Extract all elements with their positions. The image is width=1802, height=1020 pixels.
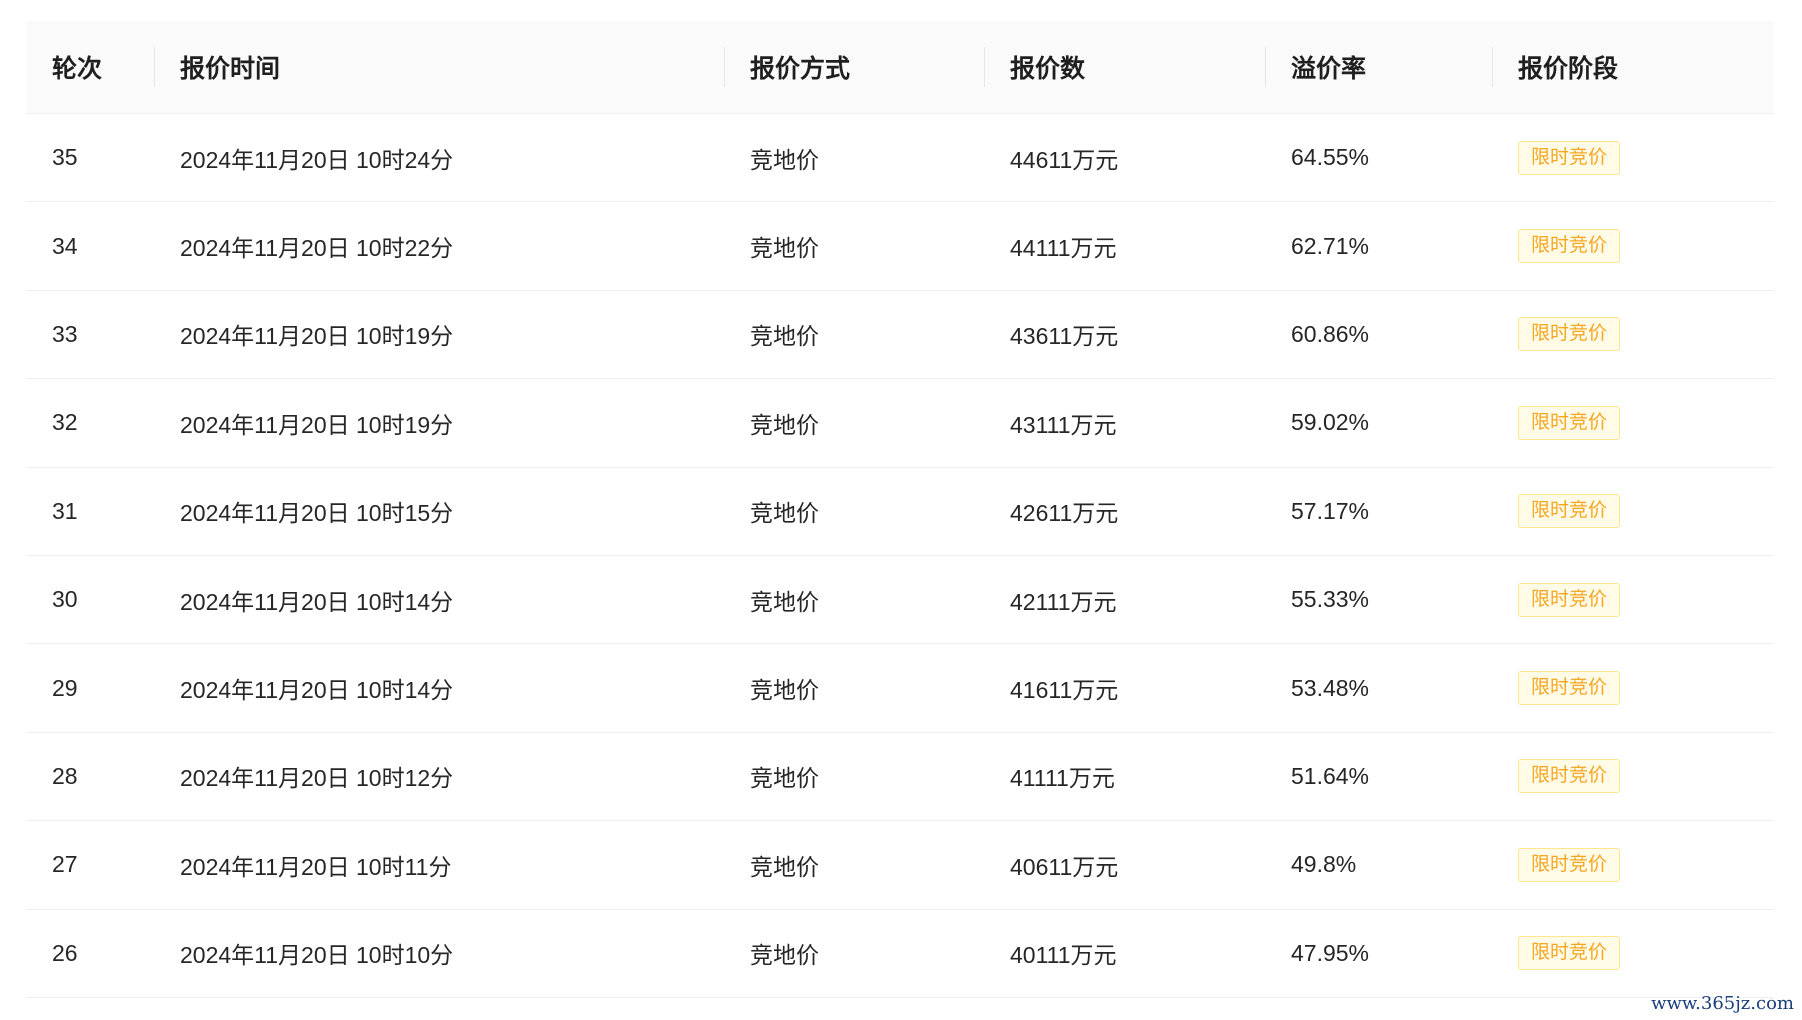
stage-tag: 限时竞价: [1518, 671, 1621, 706]
cell-time: 2024年11月20日 10时22分: [180, 235, 454, 262]
table-row[interactable]: 28 2024年11月20日 10时12分 竞地价 41111万元 51.64%…: [26, 733, 1774, 822]
stage-tag: 限时竞价: [1518, 494, 1621, 529]
cell-stage: 限时竞价: [1492, 229, 1774, 264]
table-row[interactable]: 29 2024年11月20日 10时14分 竞地价 41611万元 53.48%…: [26, 644, 1774, 733]
cell-stage: 限时竞价: [1492, 936, 1774, 971]
cell-method: 竞地价: [750, 942, 819, 969]
cell-time: 2024年11月20日 10时14分: [180, 588, 454, 615]
table-row[interactable]: 30 2024年11月20日 10时14分 竞地价 42111万元 55.33%…: [26, 556, 1774, 645]
stage-tag: 限时竞价: [1518, 229, 1621, 264]
stage-tag: 限时竞价: [1518, 317, 1621, 352]
cell-premium: 53.48%: [1291, 674, 1370, 701]
cell-method: 竞地价: [750, 235, 819, 262]
cell-stage: 限时竞价: [1492, 405, 1774, 440]
cell-amount: 40111万元: [1010, 942, 1117, 969]
cell-amount: 43111万元: [1010, 411, 1117, 438]
cell-method: 竞地价: [750, 411, 819, 438]
cell-time: 2024年11月20日 10时14分: [180, 677, 454, 704]
cell-stage: 限时竞价: [1492, 759, 1774, 794]
table-row[interactable]: 32 2024年11月20日 10时19分 竞地价 43111万元 59.02%…: [26, 379, 1774, 468]
cell-method: 竞地价: [750, 853, 819, 880]
cell-round: 35: [52, 144, 78, 171]
cell-amount: 41111万元: [1010, 765, 1115, 792]
cell-time: 2024年11月20日 10时11分: [180, 853, 452, 880]
column-header-method[interactable]: 报价方式: [724, 47, 984, 87]
cell-round: 34: [52, 232, 78, 259]
cell-method: 竞地价: [750, 500, 819, 527]
cell-time: 2024年11月20日 10时12分: [180, 765, 454, 792]
cell-round: 26: [52, 939, 78, 966]
cell-premium: 49.8%: [1291, 851, 1357, 878]
cell-premium: 57.17%: [1291, 497, 1370, 524]
cell-stage: 限时竞价: [1492, 582, 1774, 617]
cell-method: 竞地价: [750, 323, 819, 350]
cell-method: 竞地价: [750, 588, 819, 615]
cell-amount: 41611万元: [1010, 677, 1119, 704]
cell-stage: 限时竞价: [1492, 847, 1774, 882]
cell-stage: 限时竞价: [1492, 671, 1774, 706]
cell-premium: 51.64%: [1291, 762, 1370, 789]
column-header-premium[interactable]: 溢价率: [1265, 47, 1492, 87]
cell-amount: 43611万元: [1010, 323, 1119, 350]
cell-round: 33: [52, 320, 78, 347]
cell-time: 2024年11月20日 10时19分: [180, 323, 454, 350]
stage-tag: 限时竞价: [1518, 140, 1621, 175]
cell-premium: 55.33%: [1291, 586, 1370, 613]
site-watermark: www.365jz.com: [1651, 993, 1794, 1014]
table-row[interactable]: 35 2024年11月20日 10时24分 竞地价 44611万元 64.55%…: [26, 114, 1774, 203]
table-row[interactable]: 33 2024年11月20日 10时19分 竞地价 43611万元 60.86%…: [26, 291, 1774, 380]
cell-round: 30: [52, 586, 78, 613]
cell-method: 竞地价: [750, 146, 819, 173]
cell-amount: 40611万元: [1010, 853, 1119, 880]
cell-premium: 64.55%: [1291, 144, 1370, 171]
cell-stage: 限时竞价: [1492, 140, 1774, 175]
cell-round: 32: [52, 409, 78, 436]
cell-method: 竞地价: [750, 677, 819, 704]
stage-tag: 限时竞价: [1518, 936, 1621, 971]
cell-time: 2024年11月20日 10时24分: [180, 146, 454, 173]
cell-amount: 42111万元: [1010, 588, 1117, 615]
cell-stage: 限时竞价: [1492, 317, 1774, 352]
cell-round: 27: [52, 851, 78, 878]
table-row[interactable]: 31 2024年11月20日 10时15分 竞地价 42611万元 57.17%…: [26, 468, 1774, 556]
cell-round: 28: [52, 762, 78, 789]
cell-premium: 60.86%: [1291, 320, 1370, 347]
cell-time: 2024年11月20日 10时15分: [180, 500, 454, 527]
cell-amount: 44111万元: [1010, 235, 1117, 262]
cell-time: 2024年11月20日 10时10分: [180, 942, 454, 969]
cell-round: 29: [52, 674, 78, 701]
cell-premium: 59.02%: [1291, 409, 1370, 436]
cell-stage: 限时竞价: [1492, 494, 1774, 529]
table-header: 轮次 报价时间 报价方式 报价数 溢价率 报价阶段: [26, 21, 1774, 114]
table-row[interactable]: 27 2024年11月20日 10时11分 竞地价 40611万元 49.8% …: [26, 821, 1774, 910]
cell-amount: 42611万元: [1010, 500, 1119, 527]
stage-tag: 限时竞价: [1518, 582, 1621, 617]
stage-tag: 限时竞价: [1518, 759, 1621, 794]
table-row[interactable]: 26 2024年11月20日 10时10分 竞地价 40111万元 47.95%…: [26, 910, 1774, 998]
cell-method: 竞地价: [750, 765, 819, 792]
cell-round: 31: [52, 497, 78, 524]
column-header-amount[interactable]: 报价数: [984, 47, 1265, 87]
column-header-stage[interactable]: 报价阶段: [1492, 47, 1774, 87]
column-header-time[interactable]: 报价时间: [154, 47, 724, 87]
bid-records-table: 轮次 报价时间 报价方式 报价数 溢价率 报价阶段 35 2024年11月20日…: [26, 21, 1774, 998]
stage-tag: 限时竞价: [1518, 847, 1621, 882]
cell-premium: 62.71%: [1291, 232, 1370, 259]
table-row[interactable]: 34 2024年11月20日 10时22分 竞地价 44111万元 62.71%…: [26, 202, 1774, 291]
stage-tag: 限时竞价: [1518, 405, 1621, 440]
cell-amount: 44611万元: [1010, 146, 1119, 173]
column-header-round[interactable]: 轮次: [26, 49, 154, 85]
cell-time: 2024年11月20日 10时19分: [180, 411, 454, 438]
cell-premium: 47.95%: [1291, 939, 1370, 966]
